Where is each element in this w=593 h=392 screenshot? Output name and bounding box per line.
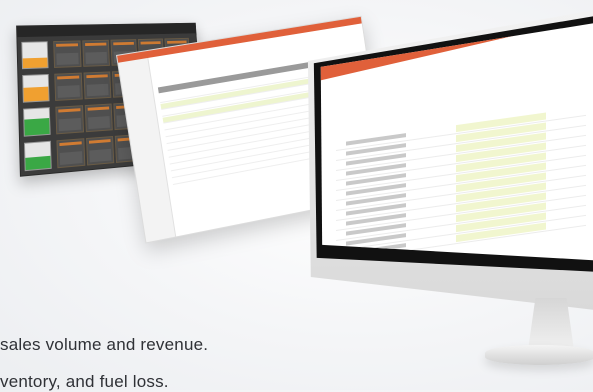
- caption-line-2: ventory, and fuel loss.: [0, 372, 169, 391]
- pump-card: [56, 138, 86, 169]
- monitor-base: [485, 345, 593, 365]
- pump-card: [82, 39, 110, 67]
- pump-card: [84, 103, 113, 133]
- pump-card: [86, 136, 115, 166]
- tank-gauge: [23, 140, 52, 172]
- monitor-screen: [320, 23, 593, 261]
- pump-card: [53, 40, 82, 68]
- tank-gauge: [21, 41, 49, 70]
- pump-card: [55, 105, 85, 135]
- pump-card: [54, 72, 83, 101]
- caption-line-1: sales volume and revenue.: [0, 335, 209, 354]
- pump-card: [83, 71, 112, 100]
- tank-gauge: [23, 107, 51, 137]
- dashboard-header: [17, 23, 196, 38]
- tank-gauge: [22, 73, 50, 103]
